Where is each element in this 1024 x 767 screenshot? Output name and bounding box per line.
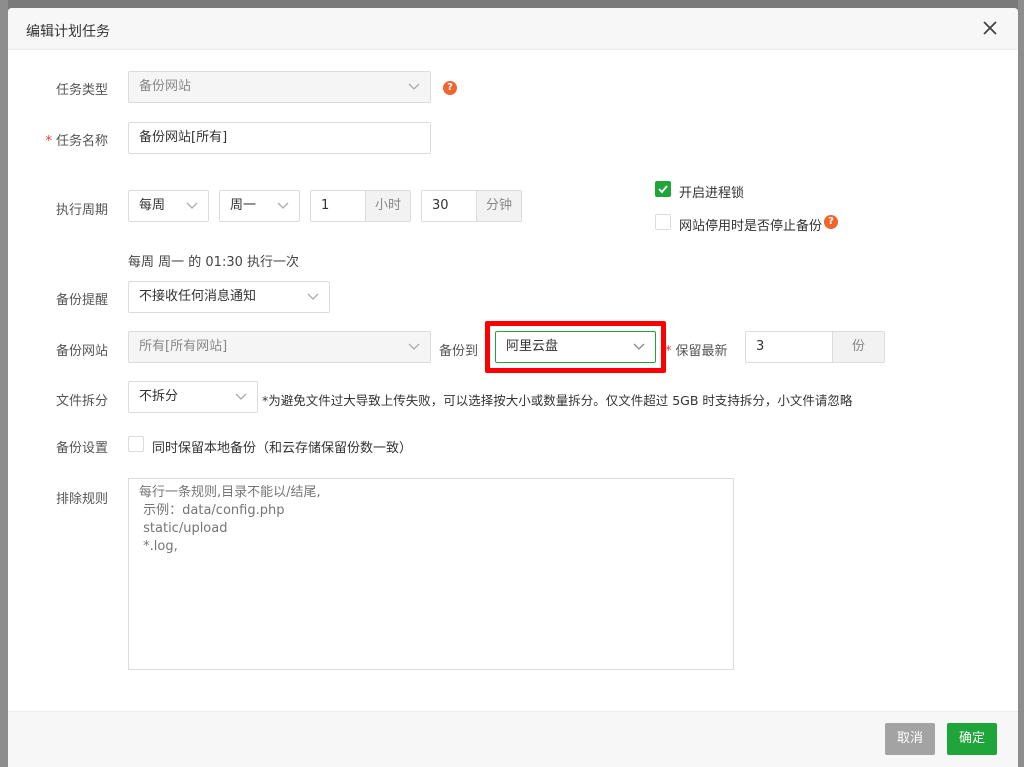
- backup-destination-value: 阿里云盘: [506, 339, 559, 354]
- keep-local-label: 同时保留本地备份（和云存储保留份数一致）: [152, 441, 413, 456]
- period-value: 每周: [139, 198, 166, 213]
- schedule-label: 执行周期: [55, 203, 108, 218]
- backup-site-select[interactable]: 所有[所有网站]: [128, 331, 431, 363]
- keep-latest-value: 3: [756, 339, 765, 354]
- help-icon[interactable]: ?: [824, 215, 838, 229]
- backup-site-value: 所有[所有网站]: [139, 339, 228, 354]
- chevron-down-icon: [408, 343, 420, 351]
- process-lock-checkbox[interactable]: [655, 181, 671, 197]
- split-hint: *为避免文件过大导致上传失败，可以选择按大小或数量拆分。仅文件超过 5GB 时支…: [262, 393, 853, 408]
- hour-value: 1: [321, 198, 330, 213]
- task-name-label: * 任务名称: [8, 130, 108, 149]
- stop-backup-label: 网站停用时是否停止备份: [679, 219, 823, 234]
- weekday-value: 周一: [230, 198, 257, 213]
- hour-input[interactable]: 1: [310, 190, 366, 222]
- keep-latest-input[interactable]: 3: [745, 331, 833, 363]
- required-mark: *: [45, 134, 52, 149]
- split-label: 文件拆分: [55, 394, 108, 409]
- close-button[interactable]: [980, 18, 1000, 38]
- stop-backup-checkbox[interactable]: [655, 214, 671, 230]
- close-icon: [983, 21, 997, 35]
- chevron-down-icon: [277, 202, 289, 210]
- notify-label: 备份提醒: [55, 293, 108, 308]
- chevron-down-icon: [408, 83, 420, 91]
- notify-value: 不接收任何消息通知: [139, 289, 257, 304]
- schedule-summary: 每周 周一 的 01:30 执行一次: [128, 255, 299, 270]
- check-icon: [658, 185, 668, 194]
- exclude-label: 排除规则: [55, 492, 108, 507]
- dialog-header: 编辑计划任务: [8, 8, 1018, 50]
- confirm-button[interactable]: 确定: [947, 723, 997, 755]
- chevron-down-icon: [235, 393, 247, 401]
- exclude-rules-textarea[interactable]: [128, 478, 734, 670]
- backup-destination-select[interactable]: 阿里云盘: [495, 331, 656, 363]
- backdrop-right-edge: [1018, 0, 1024, 767]
- cancel-button[interactable]: 取消: [885, 723, 935, 755]
- split-select[interactable]: 不拆分: [128, 381, 258, 413]
- task-name-label-text: 任务名称: [55, 134, 108, 149]
- minute-value: 30: [432, 198, 449, 213]
- keep-latest-text: 保留最新: [675, 344, 728, 359]
- task-name-value: 备份网站[所有]: [139, 130, 228, 145]
- keep-latest-label: * 保留最新: [665, 340, 728, 359]
- minute-input[interactable]: 30: [421, 190, 477, 222]
- required-mark: *: [665, 344, 672, 359]
- notify-select[interactable]: 不接收任何消息通知: [128, 281, 330, 313]
- keep-local-checkbox[interactable]: [128, 436, 144, 452]
- help-icon[interactable]: ?: [443, 81, 457, 95]
- process-lock-label: 开启进程锁: [679, 186, 745, 201]
- period-select[interactable]: 每周: [128, 190, 209, 222]
- task-type-value: 备份网站: [139, 79, 192, 94]
- keep-latest-unit: 份: [832, 331, 885, 363]
- backup-site-label: 备份网站: [55, 344, 108, 359]
- edit-task-dialog: 编辑计划任务 任务类型 备份网站 ? * 任务名称 备份网站[所有] 执行周期 每…: [8, 8, 1018, 767]
- backup-settings-label: 备份设置: [55, 441, 108, 456]
- hour-unit: 小时: [365, 190, 411, 222]
- task-type-label: 任务类型: [55, 83, 108, 98]
- backdrop-left-edge: [0, 0, 8, 767]
- weekday-select[interactable]: 周一: [219, 190, 300, 222]
- task-name-input[interactable]: 备份网站[所有]: [128, 122, 431, 154]
- task-type-select[interactable]: 备份网站: [128, 71, 431, 103]
- chevron-down-icon: [307, 293, 319, 301]
- backup-to-label: 备份到: [439, 344, 479, 359]
- dialog-footer: 取消 确定: [8, 711, 1018, 767]
- dialog-title: 编辑计划任务: [26, 24, 110, 40]
- split-value: 不拆分: [139, 389, 179, 404]
- minute-unit: 分钟: [476, 190, 522, 222]
- chevron-down-icon: [186, 202, 198, 210]
- chevron-down-icon: [633, 343, 645, 351]
